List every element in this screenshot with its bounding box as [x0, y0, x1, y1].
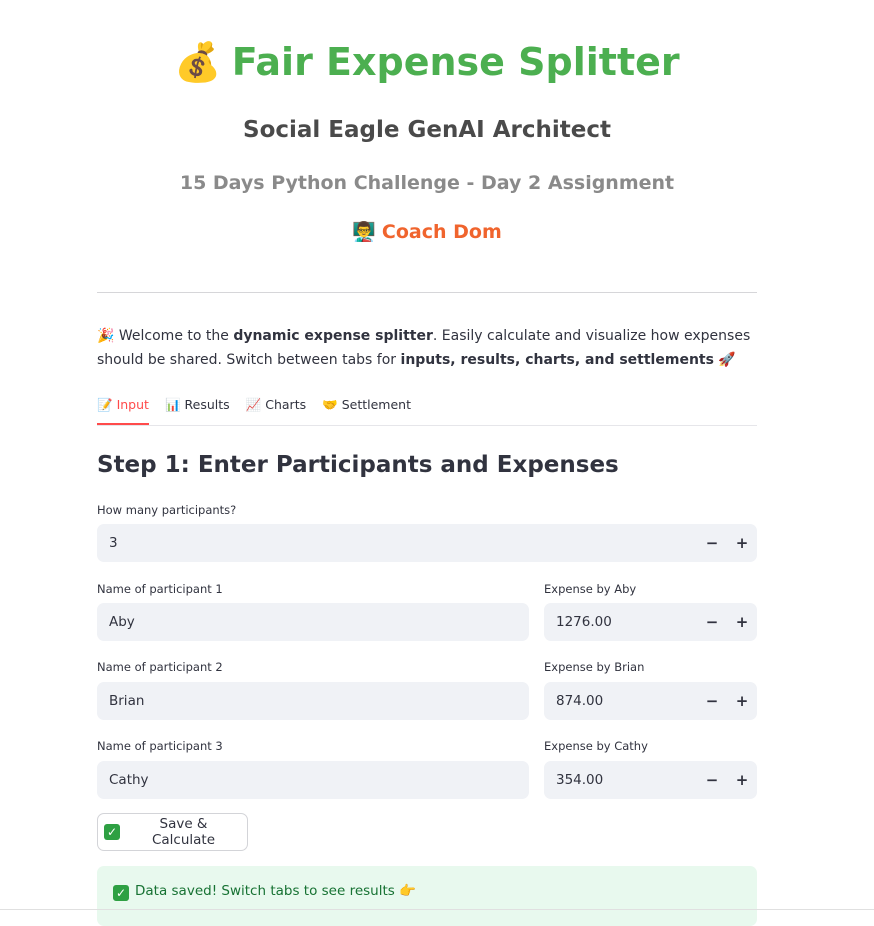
check-mark-icon: ✓ — [113, 885, 129, 901]
coach-name: Coach Dom — [381, 221, 502, 243]
intro-bold-1: dynamic expense splitter — [233, 328, 433, 344]
participant-1-name-value: Aby — [109, 614, 135, 630]
tab-settlement-label: Settlement — [341, 397, 411, 412]
teacher-icon: 👨‍🏫 — [352, 221, 376, 243]
participants-count-label: How many participants? — [97, 503, 237, 517]
money-bag-icon: 💰 — [174, 40, 222, 84]
step-title: Step 1: Enter Participants and Expenses — [97, 452, 619, 478]
participant-3-name-value: Cathy — [109, 772, 149, 788]
tab-results[interactable]: 📊 Results — [165, 393, 230, 424]
increment-button[interactable]: + — [727, 603, 757, 641]
coach-line: 👨‍🏫 Coach Dom — [97, 220, 757, 243]
save-calculate-label: Save & Calculate — [151, 816, 216, 848]
success-alert: ✓ Data saved! Switch tabs to see results … — [97, 866, 757, 926]
participant-1-expense-value: 1276.00 — [556, 614, 612, 630]
party-icon: 🎉 — [97, 328, 115, 344]
subtitle: Social Eagle GenAI Architect — [243, 117, 611, 143]
increment-button[interactable]: + — [727, 761, 757, 799]
participant-3-name-input[interactable]: Cathy — [97, 761, 529, 799]
participants-count-input[interactable]: 3 − + — [97, 524, 757, 562]
participant-2-expense-input[interactable]: 874.00 − + — [544, 682, 757, 720]
intro-bold-2: inputs, results, charts, and settlements — [400, 352, 714, 368]
participant-2-name-label: Name of participant 2 — [97, 660, 223, 674]
pointing-hand-icon: 👉 — [399, 883, 416, 899]
success-text: Data saved! Switch tabs to see results — [135, 883, 395, 899]
decrement-button[interactable]: − — [697, 603, 727, 641]
divider — [97, 292, 757, 293]
decrement-button[interactable]: − — [697, 524, 727, 562]
participants-count-value: 3 — [109, 535, 118, 551]
challenge-subtitle: 15 Days Python Challenge - Day 2 Assignm… — [179, 172, 675, 194]
participant-3-expense-input[interactable]: 354.00 − + — [544, 761, 757, 799]
intro-text-1: Welcome to the — [118, 328, 234, 344]
page-title: 💰 Fair Expense Splitter — [97, 40, 757, 85]
viewport-bottom-divider — [0, 909, 874, 910]
participant-1-name-input[interactable]: Aby — [97, 603, 529, 641]
increment-button[interactable]: + — [727, 524, 757, 562]
save-calculate-button[interactable]: ✓ Save & Calculate — [97, 813, 248, 851]
participant-2-expense-value: 874.00 — [556, 693, 604, 709]
line-chart-icon: 📈 — [245, 397, 262, 412]
tab-charts-label: Charts — [265, 397, 307, 412]
bar-chart-icon: 📊 — [164, 397, 181, 412]
tab-bar: 📝 Input 📊 Results 📈 Charts 🤝 Settlement — [97, 393, 757, 426]
increment-button[interactable]: + — [727, 682, 757, 720]
tab-settlement[interactable]: 🤝 Settlement — [322, 393, 411, 424]
participant-1-expense-label: Expense by Aby — [544, 582, 637, 596]
tab-input[interactable]: 📝 Input — [97, 393, 149, 425]
decrement-button[interactable]: − — [697, 682, 727, 720]
participant-2-name-input[interactable]: Brian — [97, 682, 529, 720]
participant-3-expense-value: 354.00 — [556, 772, 604, 788]
participant-1-expense-input[interactable]: 1276.00 − + — [544, 603, 757, 641]
check-mark-icon: ✓ — [104, 824, 120, 840]
participant-1-name-label: Name of participant 1 — [97, 582, 223, 596]
handshake-icon: 🤝 — [322, 397, 338, 412]
participant-3-name-label: Name of participant 3 — [97, 739, 223, 753]
decrement-button[interactable]: − — [697, 761, 727, 799]
tab-charts[interactable]: 📈 Charts — [246, 393, 306, 424]
tab-input-label: Input — [116, 397, 149, 412]
participant-2-name-value: Brian — [109, 693, 145, 709]
intro-text: 🎉 Welcome to the dynamic expense splitte… — [97, 324, 757, 372]
participant-2-expense-label: Expense by Brian — [544, 660, 645, 674]
rocket-icon: 🚀 — [718, 352, 736, 368]
tab-results-label: Results — [184, 397, 230, 412]
memo-icon: 📝 — [97, 397, 113, 412]
participant-3-expense-label: Expense by Cathy — [544, 739, 648, 753]
page-title-text: Fair Expense Splitter — [231, 40, 680, 84]
